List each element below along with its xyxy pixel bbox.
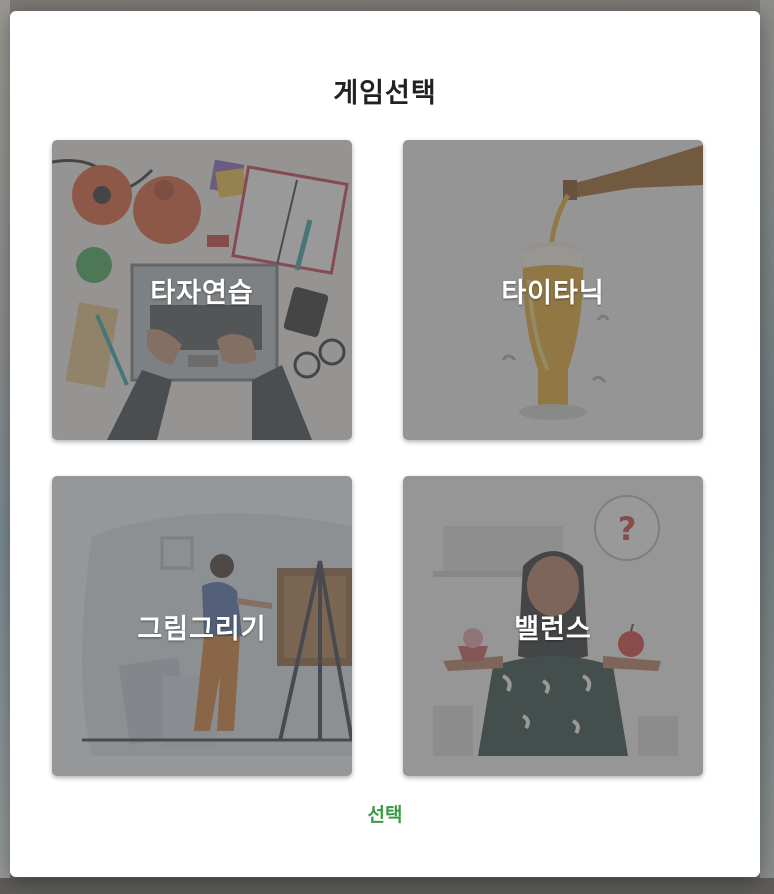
game-card-typing[interactable]: 타자연습	[52, 140, 352, 440]
game-label-balance: 밸런스	[514, 613, 592, 645]
game-label-drawing: 그림그리기	[137, 613, 267, 645]
modal-title: 게임선택	[333, 78, 437, 109]
backdrop-bottom-edge	[0, 878, 774, 894]
game-card-balance[interactable]: ? 밸런스	[403, 476, 703, 776]
game-label-titanic: 타이타닉	[501, 277, 605, 309]
backdrop-right-edge	[760, 0, 774, 894]
game-card-titanic[interactable]: 타이타닉	[403, 140, 703, 440]
backdrop-left-edge	[0, 0, 10, 894]
select-button[interactable]: 선택	[335, 796, 435, 830]
game-label-typing: 타자연습	[150, 277, 254, 309]
game-card-drawing[interactable]: 그림그리기	[52, 476, 352, 776]
game-select-modal: 게임선택 타자연습 타이타닉 그림그리기 밸런스 선택	[10, 11, 760, 877]
